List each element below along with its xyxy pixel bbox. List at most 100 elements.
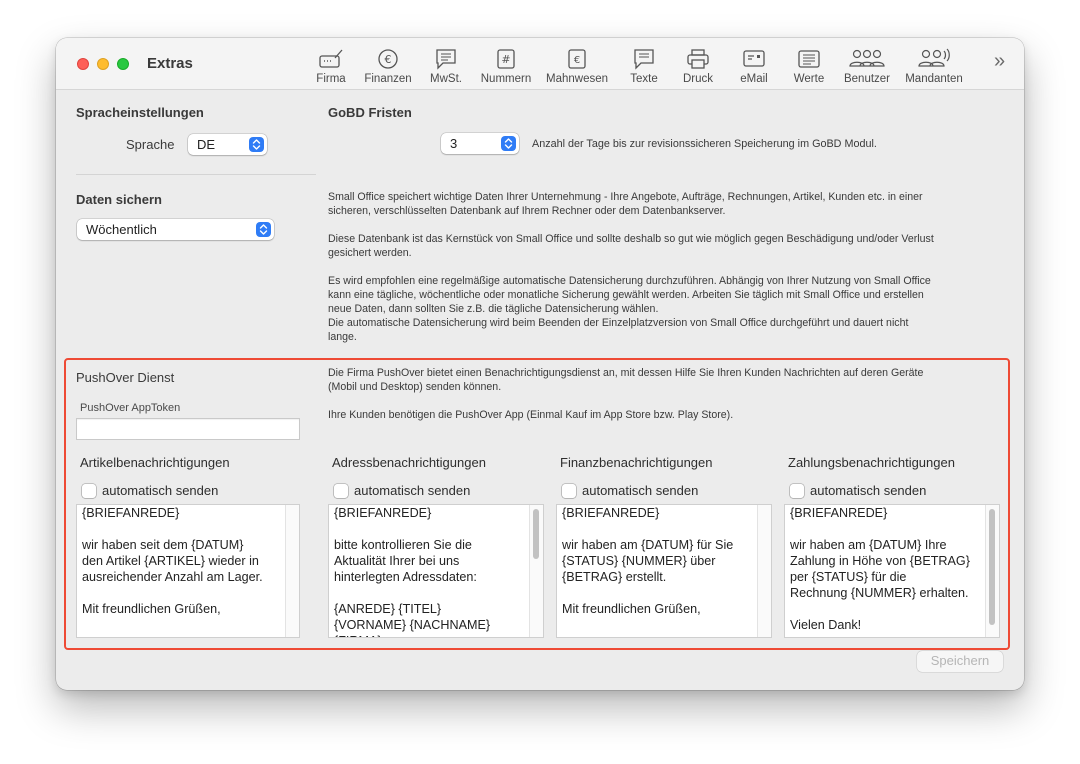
gobd-days-value: 3: [450, 136, 458, 151]
text-line: sicheren, verschlüsselten Datenbank auf …: [328, 205, 726, 217]
scrollbar[interactable]: [985, 505, 999, 637]
toolbar-label: Druck: [682, 73, 714, 85]
finanz-message-textarea[interactable]: {BRIEFANREDE} wir haben am {DATUM} für S…: [556, 504, 772, 638]
svg-text:#: #: [501, 53, 510, 66]
adress-notifications-title: Adressbenachrichtigungen: [332, 455, 486, 470]
checkbox-label: automatisch senden: [582, 483, 699, 498]
text-line: Small Office speichert wichtige Daten Ih…: [328, 191, 923, 203]
checkbox[interactable]: [334, 484, 348, 498]
backup-paragraph-2: Diese Datenbank ist das Kernstück von Sm…: [328, 232, 934, 260]
euro-circle-icon: €: [378, 49, 398, 69]
text-line: kann eine tägliche, wöchentliche oder mo…: [328, 289, 924, 301]
number-sign-icon: #: [497, 49, 515, 69]
toolbar-druck[interactable]: Druck: [680, 48, 716, 88]
users-icon: [849, 49, 885, 67]
toolbar-label: Werte: [793, 73, 825, 85]
finanz-message-text: {BRIEFANREDE} wir haben am {DATUM} für S…: [562, 506, 734, 616]
toolbar-mahnwesen[interactable]: € Mahnwesen: [546, 48, 608, 88]
zahlungs-message-textarea[interactable]: {BRIEFANREDE} wir haben am {DATUM} Ihre …: [784, 504, 1000, 638]
toolbar-nummern[interactable]: # Nummern: [480, 48, 532, 88]
printer-icon: [687, 49, 709, 69]
chevron-updown-icon: [501, 136, 516, 151]
toolbar-firma[interactable]: Firma: [313, 48, 349, 88]
toolbar-label: eMail: [740, 73, 768, 85]
save-button[interactable]: Speichern: [917, 651, 1003, 672]
toolbar-label: Benutzer: [843, 73, 891, 85]
sprache-value: DE: [197, 137, 216, 152]
gobd-description: Anzahl der Tage bis zur revisionssichere…: [532, 138, 877, 150]
toolbar-texte[interactable]: Texte: [626, 48, 662, 88]
gobd-section-title: GoBD Fristen: [328, 105, 412, 120]
toolbar-label: Texte: [630, 73, 658, 85]
zahlungs-notifications-title: Zahlungsbenachrichtigungen: [788, 455, 955, 470]
svg-text:€: €: [574, 55, 580, 66]
toolbar-overflow-chevron-icon[interactable]: »: [994, 50, 1005, 73]
text-line: Die Firma PushOver bietet einen Benachri…: [328, 367, 924, 379]
text-line: neue Daten, dann sollten Sie z.B. die tä…: [328, 303, 659, 315]
adress-message-textarea[interactable]: {BRIEFANREDE} bitte kontrollieren Sie di…: [328, 504, 544, 638]
scrollbar[interactable]: [529, 505, 543, 637]
backup-section-title: Daten sichern: [76, 192, 162, 207]
artikel-message-text: {BRIEFANREDE} wir haben seit dem {DATUM}…: [82, 506, 263, 616]
checkbox-label: automatisch senden: [810, 483, 927, 498]
text-line: Die automatische Datensicherung wird bei…: [328, 317, 909, 329]
apptoken-label: PushOver AppToken: [80, 402, 181, 414]
euro-document-icon: €: [568, 49, 586, 69]
toolbar-finanzen[interactable]: € Finanzen: [362, 48, 414, 88]
toolbar-email[interactable]: eMail: [736, 48, 772, 88]
checkbox-label: automatisch senden: [354, 483, 471, 498]
backup-paragraph-1: Small Office speichert wichtige Daten Ih…: [328, 190, 923, 218]
apptoken-input[interactable]: [76, 418, 300, 440]
zoom-window-button[interactable]: [117, 58, 129, 70]
backup-interval-select[interactable]: Wöchentlich: [77, 219, 274, 240]
toolbar-label: Mandanten: [905, 73, 963, 85]
text-line: gesichert werden.: [328, 247, 412, 259]
toolbar-label: Firma: [316, 73, 346, 85]
scrollbar[interactable]: [285, 505, 299, 637]
toolbar-mwst[interactable]: MwSt.: [428, 48, 464, 88]
toolbar-label: Finanzen: [364, 73, 412, 85]
checkbox[interactable]: [562, 484, 576, 498]
sprache-section-title: Spracheinstellungen: [76, 105, 204, 120]
checkbox-label: automatisch senden: [102, 483, 219, 498]
sprache-select[interactable]: DE: [188, 134, 267, 155]
backup-paragraph-3: Es wird empfohlen eine regelmäßige autom…: [328, 274, 931, 344]
text-bubble-icon: [634, 49, 654, 70]
toolbar-benutzer[interactable]: Benutzer: [842, 48, 892, 88]
clients-icon: [918, 48, 950, 67]
pushover-description-2: Ihre Kunden benötigen die PushOver App (…: [328, 409, 734, 421]
finanz-notifications-title: Finanzbenachrichtigungen: [560, 455, 713, 470]
firma-icon: [319, 49, 343, 68]
close-window-button[interactable]: [77, 58, 89, 70]
chevron-updown-icon: [256, 222, 271, 237]
checkbox[interactable]: [790, 484, 804, 498]
text-line: Diese Datenbank ist das Kernstück von Sm…: [328, 233, 934, 245]
scrollbar[interactable]: [757, 505, 771, 637]
zahlungs-message-text: {BRIEFANREDE} wir haben am {DATUM} Ihre …: [790, 506, 970, 632]
text-line: (Mobil und Desktop) senden können.: [328, 381, 502, 393]
gobd-days-select[interactable]: 3: [441, 133, 519, 154]
list-icon: [798, 50, 820, 68]
scrollbar-thumb[interactable]: [533, 509, 539, 559]
email-card-icon: [743, 50, 765, 67]
toolbar-label: MwSt.: [430, 73, 462, 85]
artikel-notifications-title: Artikelbenachrichtigungen: [80, 455, 230, 470]
checkbox[interactable]: [82, 484, 96, 498]
text-line: Es wird empfohlen eine regelmäßige autom…: [328, 275, 931, 287]
extras-window: Extras Firma € Finanzen MwSt. # Nummern …: [56, 38, 1024, 690]
adress-message-text: {BRIEFANREDE} bitte kontrollieren Sie di…: [334, 506, 491, 637]
minimize-window-button[interactable]: [97, 58, 109, 70]
toolbar-label: Mahnwesen: [546, 73, 609, 85]
chevron-updown-icon: [249, 137, 264, 152]
sprache-label: Sprache: [126, 137, 175, 152]
artikel-message-textarea[interactable]: {BRIEFANREDE} wir haben seit dem {DATUM}…: [76, 504, 300, 638]
pushover-description-1: Die Firma PushOver bietet einen Benachri…: [328, 366, 923, 394]
text-line: lange.: [328, 331, 357, 343]
toolbar-mandanten[interactable]: Mandanten: [904, 48, 964, 88]
toolbar-label: Nummern: [480, 73, 532, 85]
scrollbar-thumb[interactable]: [989, 509, 995, 625]
toolbar: Extras Firma € Finanzen MwSt. # Nummern …: [56, 38, 1024, 90]
backup-interval-value: Wöchentlich: [86, 222, 157, 237]
toolbar-werte[interactable]: Werte: [791, 48, 827, 88]
speech-bubble-icon: [436, 49, 456, 70]
